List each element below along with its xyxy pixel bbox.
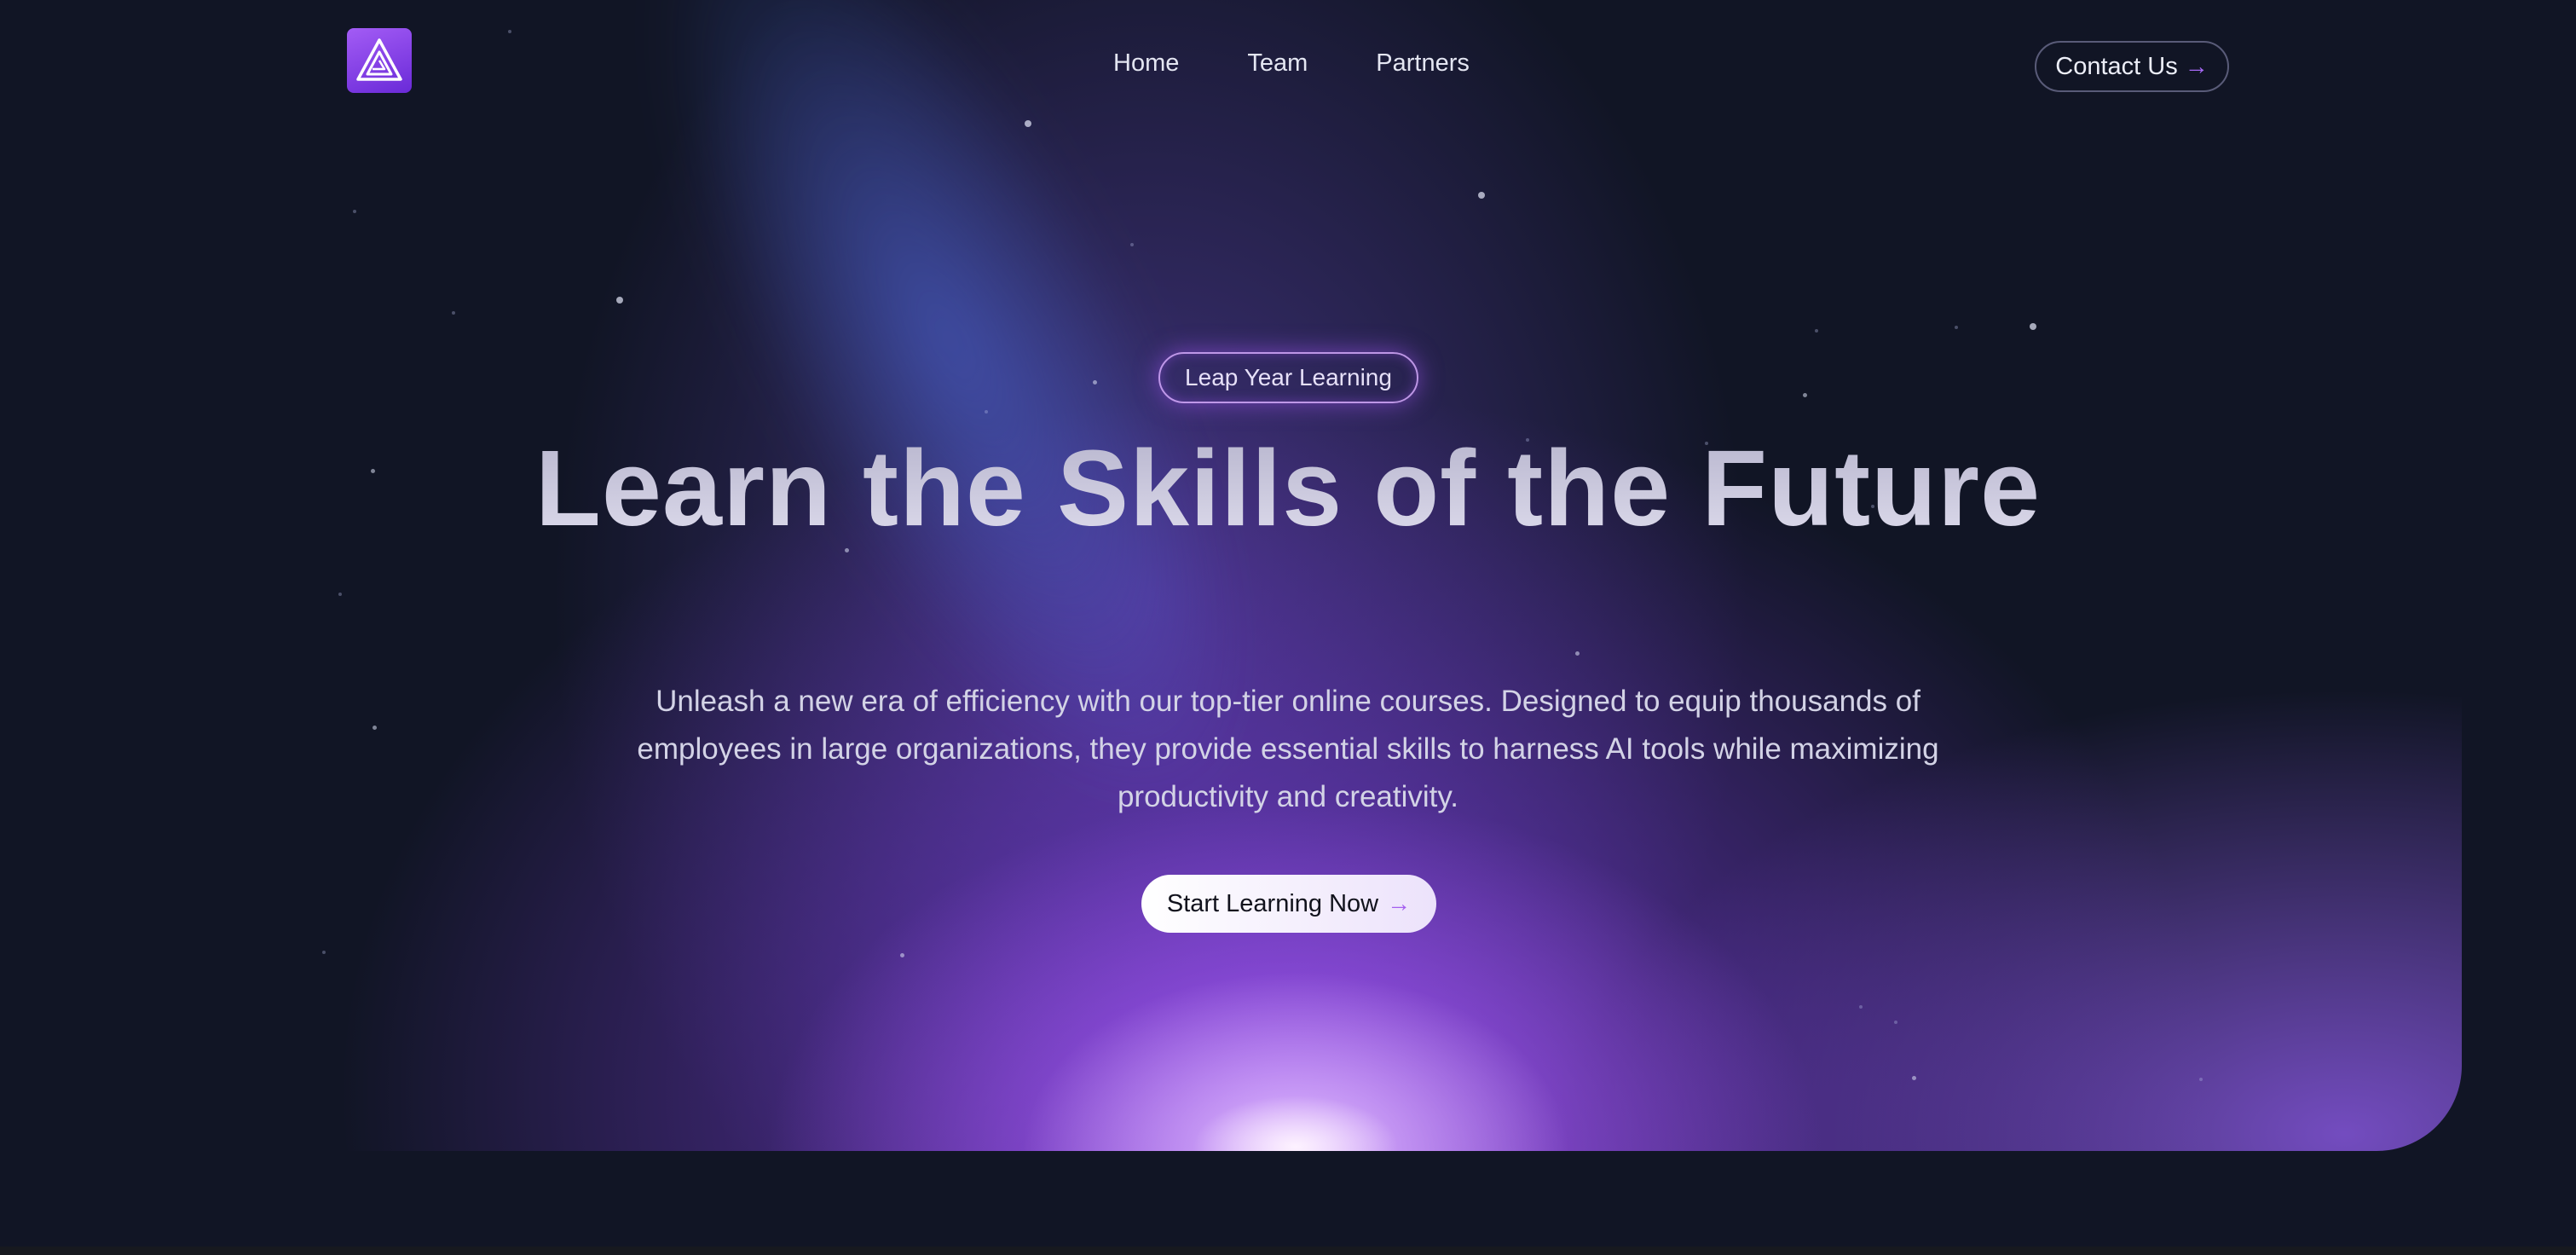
- star: [985, 410, 988, 414]
- bottom-edge: [0, 1246, 2576, 1255]
- star: [1478, 192, 1485, 199]
- star: [1093, 380, 1097, 385]
- hero-badge: Leap Year Learning: [1158, 352, 1418, 403]
- contact-us-button[interactable]: Contact Us →: [2035, 41, 2229, 92]
- star: [1803, 393, 1807, 397]
- star: [322, 951, 326, 954]
- star: [1955, 326, 1958, 329]
- arrow-right-icon: →: [2184, 53, 2209, 79]
- star: [2199, 1078, 2203, 1081]
- star: [1575, 651, 1580, 656]
- nav-partners-link[interactable]: Partners: [1376, 49, 1470, 78]
- star: [452, 311, 455, 315]
- star: [845, 548, 849, 552]
- star: [1815, 329, 1818, 333]
- star: [371, 469, 375, 473]
- star: [2030, 323, 2036, 330]
- star: [353, 210, 356, 213]
- hero-headline: Learn the Skills of the Future: [521, 435, 2055, 542]
- contact-us-label: Contact Us: [2055, 52, 2178, 80]
- star: [900, 953, 904, 957]
- star: [1859, 1005, 1863, 1009]
- nav-home-link[interactable]: Home: [1113, 49, 1179, 78]
- star: [508, 30, 511, 33]
- arrow-right-icon: →: [1387, 890, 1412, 917]
- star: [1025, 120, 1031, 127]
- logo[interactable]: [347, 28, 412, 93]
- nav-team-link[interactable]: Team: [1247, 49, 1308, 78]
- page: Home Team Partners Contact Us → Leap Yea…: [0, 0, 2576, 1255]
- star: [1130, 243, 1134, 246]
- triangle-logo-icon: [356, 38, 402, 81]
- star: [1912, 1076, 1916, 1080]
- hero-subtext: Unleash a new era of efficiency with our…: [637, 685, 1939, 813]
- star: [1894, 1021, 1897, 1024]
- star: [373, 726, 377, 730]
- start-learning-label: Start Learning Now: [1166, 889, 1379, 917]
- hero-background: [0, 0, 2462, 1151]
- star: [338, 593, 342, 596]
- star: [616, 297, 623, 304]
- main-nav: Home Team Partners: [1113, 49, 1470, 78]
- start-learning-button[interactable]: Start Learning Now →: [1141, 875, 1436, 933]
